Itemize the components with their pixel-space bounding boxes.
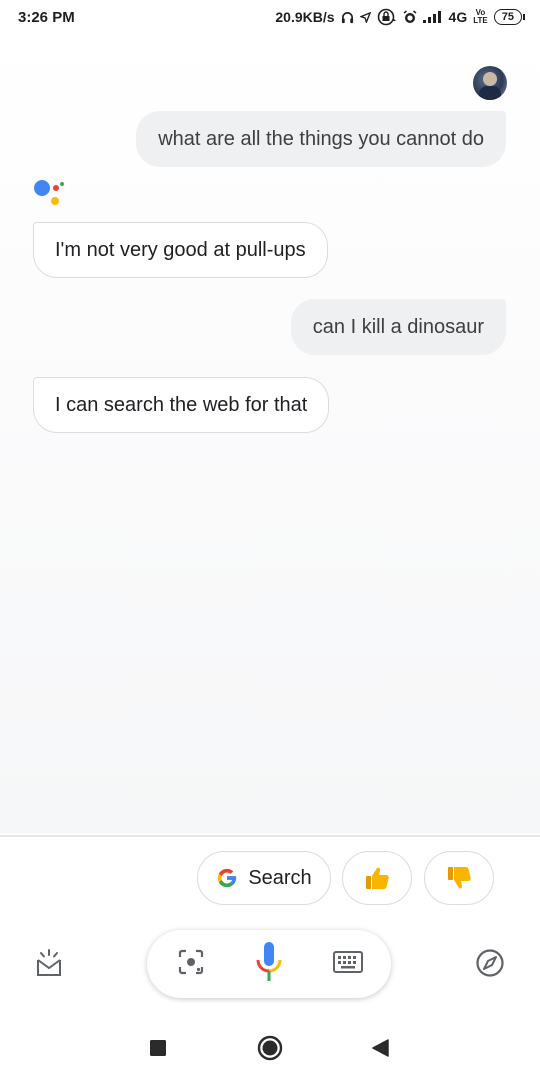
back-button[interactable] [366,1034,394,1062]
thumbs-down-icon [448,867,471,889]
network-type: 4G [448,9,468,25]
square-icon [150,1040,166,1056]
home-button[interactable] [256,1034,284,1062]
search-chip[interactable]: Search [197,851,331,905]
divider [0,835,540,837]
compass-icon[interactable] [473,946,507,980]
volte-bottom: LTE [473,16,488,25]
signal-bars-icon [422,11,443,23]
user-message-text: can I kill a dinosaur [312,315,484,338]
thumbs-down-chip[interactable] [424,851,494,905]
volte-badge: Vo LTE [473,9,488,25]
alarm-icon [403,10,417,24]
triangle-icon [372,1039,389,1057]
user-avatar[interactable] [473,66,507,100]
assistant-message-bubble[interactable]: I can search the web for that [33,377,330,433]
status-icons: 20.9KB/s 4G Vo LTE 75 [275,8,526,26]
network-speed: 20.9KB/s [275,9,335,25]
assistant-message-text: I can search the web for that [55,393,308,416]
assistant-message-text: I'm not very good at pull-ups [55,238,306,261]
headphones-icon [341,11,354,24]
keyboard-icon[interactable] [333,950,363,978]
assistant-logo-icon [34,180,64,205]
google-g-icon [218,868,237,888]
recents-button[interactable] [144,1034,172,1062]
lens-icon[interactable] [177,948,205,981]
snapshot-icon[interactable] [32,946,66,980]
battery-indicator: 75 [493,9,526,25]
thumbs-up-icon [366,867,389,889]
assistant-message-bubble[interactable]: I'm not very good at pull-ups [33,222,328,278]
search-chip-label: Search [248,866,312,889]
mic-icon[interactable] [254,941,284,988]
user-message-bubble[interactable]: what are all the things you cannot do [136,111,506,167]
user-message-bubble[interactable]: can I kill a dinosaur [290,299,506,355]
circle-icon [257,1035,283,1061]
input-pill[interactable] [147,930,391,998]
location-arrow-icon [359,11,371,23]
user-message-text: what are all the things you cannot do [158,127,484,150]
thumbs-up-chip[interactable] [342,851,412,905]
status-time: 3:26 PM [18,8,75,26]
vpn-lock-icon [377,8,397,26]
battery-level: 75 [501,11,514,23]
status-bar: 3:26 PM 20.9KB/s 4G Vo LTE 75 [0,0,540,34]
conversation-area[interactable]: what are all the things you cannot do I'… [0,34,540,834]
